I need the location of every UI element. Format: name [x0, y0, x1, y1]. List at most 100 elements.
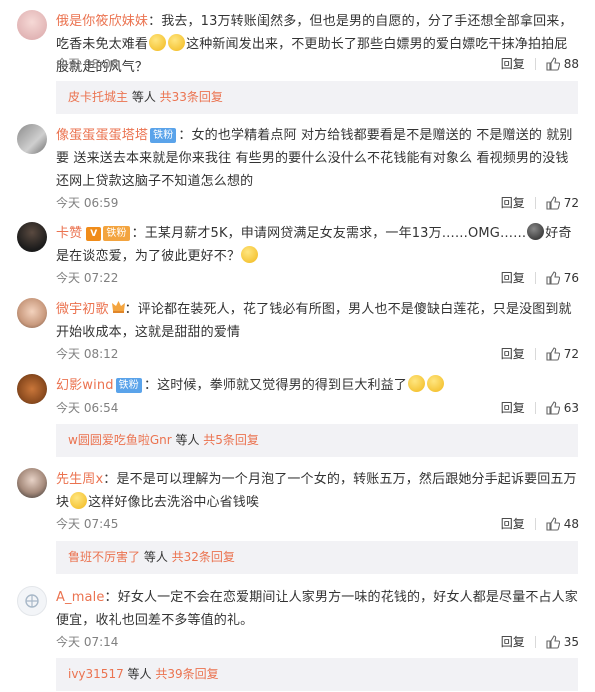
- like-count: 88: [563, 57, 579, 71]
- avatar[interactable]: [17, 586, 47, 616]
- reply-button[interactable]: 回复: [501, 633, 525, 651]
- like-count: 35: [563, 635, 579, 649]
- like-button[interactable]: 35: [546, 633, 579, 651]
- comment-meta: 今天 06:54 回复 63: [56, 399, 579, 417]
- like-button[interactable]: 88: [546, 55, 579, 73]
- like-count: 72: [563, 347, 579, 361]
- avatar[interactable]: [17, 124, 47, 154]
- timestamp: 今天 06:59: [56, 196, 119, 210]
- comment-text: ：好女人一定不会在恋爱期间让人家男方一味的花钱的，好女人都是尽量不占人家便宜，收…: [56, 590, 578, 628]
- timestamp: 今天 06:54: [56, 401, 119, 415]
- replies-summary[interactable]: ivy31517 等人 共39条回复: [56, 658, 578, 691]
- comment-meta: 今天 08:06 回复 88: [56, 55, 579, 73]
- username-link[interactable]: 先生周x: [56, 472, 103, 487]
- crying-laughing-emoji-icon: [241, 246, 259, 263]
- reply-button[interactable]: 回复: [501, 194, 525, 212]
- like-count: 72: [563, 196, 579, 210]
- timestamp: 今天 07:45: [56, 517, 119, 531]
- timestamp: 今天 07:22: [56, 271, 119, 285]
- username-link[interactable]: 俄是你筱欣妹妹: [56, 14, 148, 29]
- reply-count-link[interactable]: 共32条回复: [172, 550, 235, 564]
- divider: [534, 272, 536, 284]
- laughing-emoji-icon: [168, 34, 186, 51]
- thumbs-up-icon: [546, 517, 560, 531]
- reply-count-link[interactable]: 共33条回复: [160, 90, 223, 104]
- comment-body: 先生周x：是不是可以理解为一个月泡了一个女的，转账五万，然后跟她分手起诉要回五万…: [56, 468, 579, 514]
- reply-button[interactable]: 回复: [501, 269, 525, 287]
- comment-text: ：评论都在装死人，花了钱必有所图，男人也不是傻缺白莲花，只是没图到就开始收成本，…: [56, 302, 572, 340]
- comment-body: 卡赞 V 铁粉 ：王某月薪才5K，申请网贷满足女友需求，一年13万……OMG…… 好奇是…: [56, 222, 579, 268]
- reply-button[interactable]: 回复: [501, 515, 525, 533]
- divider: [534, 636, 536, 648]
- reply-connector: 等人: [140, 550, 172, 564]
- like-button[interactable]: 63: [546, 399, 579, 417]
- comment-meta: 今天 08:12 回复 72: [56, 345, 579, 363]
- reply-author[interactable]: w圆圆爱吃鱼啦Gnr: [68, 433, 172, 447]
- laughing-emoji-icon: [149, 34, 167, 51]
- divider: [534, 348, 536, 360]
- divider: [534, 518, 536, 530]
- username-link[interactable]: 卡赞: [56, 226, 82, 241]
- default-avatar-icon: [25, 594, 39, 608]
- avatar[interactable]: [17, 10, 47, 40]
- thumbs-up-icon: [546, 635, 560, 649]
- timestamp: 今天 08:12: [56, 347, 119, 361]
- thumbs-up-icon: [546, 196, 560, 210]
- avatar[interactable]: [17, 468, 47, 498]
- reply-button[interactable]: 回复: [501, 399, 525, 417]
- like-button[interactable]: 72: [546, 345, 579, 363]
- like-button[interactable]: 72: [546, 194, 579, 212]
- crying-laughing-emoji-icon: [426, 375, 444, 392]
- like-button[interactable]: 48: [546, 515, 579, 533]
- username-link[interactable]: 微宇初歌: [56, 302, 109, 317]
- reply-author[interactable]: 皮卡托城主: [68, 90, 128, 104]
- comment-meta: 今天 07:14 回复 35: [56, 633, 579, 651]
- avatar[interactable]: [17, 222, 47, 252]
- timestamp: 今天 08:06: [56, 57, 119, 71]
- username-link[interactable]: 像蛋蛋蛋蛋塔塔: [56, 128, 148, 143]
- like-button[interactable]: 76: [546, 269, 579, 287]
- vip-icon: V: [86, 227, 102, 241]
- reply-count-link[interactable]: 共5条回复: [203, 433, 259, 447]
- reply-author[interactable]: ivy31517: [68, 667, 124, 681]
- fan-badge: 铁粉: [150, 128, 177, 143]
- thumbs-up-icon: [546, 271, 560, 285]
- thumbs-up-icon: [546, 57, 560, 71]
- divider: [534, 58, 536, 70]
- replies-summary[interactable]: 皮卡托城主 等人 共33条回复: [56, 81, 578, 114]
- like-count: 76: [563, 271, 579, 285]
- cool-emoji-icon: [527, 223, 545, 240]
- avatar[interactable]: [17, 374, 47, 404]
- comment-text-part: ：王某月薪才5K，申请网贷满足女友需求，一年13万……OMG……: [131, 226, 527, 241]
- comment-meta: 今天 07:22 回复 76: [56, 269, 579, 287]
- thumbs-up-icon: [546, 347, 560, 361]
- reply-author[interactable]: 鲁班不厉害了: [68, 550, 140, 564]
- comment-meta: 今天 07:45 回复 48: [56, 515, 579, 533]
- reply-count-link[interactable]: 共39条回复: [155, 667, 218, 681]
- replies-summary[interactable]: w圆圆爱吃鱼啦Gnr 等人 共5条回复: [56, 424, 578, 457]
- reply-connector: 等人: [128, 90, 160, 104]
- like-count: 63: [563, 401, 579, 415]
- replies-summary[interactable]: 鲁班不厉害了 等人 共32条回复: [56, 541, 578, 574]
- username-link[interactable]: A_male: [56, 590, 105, 605]
- thumbs-up-icon: [546, 401, 560, 415]
- comment-body: 幻影wind 铁粉 ：这时候，拳师就又觉得男的得到巨大利益了: [56, 374, 579, 397]
- divider: [534, 402, 536, 414]
- reply-connector: 等人: [123, 667, 156, 681]
- username-link[interactable]: 幻影wind: [56, 378, 114, 393]
- comment-body: A_male：好女人一定不会在恋爱期间让人家男方一味的花钱的，好女人都是尽量不占…: [56, 586, 579, 632]
- fan-badge: 铁粉: [103, 226, 130, 241]
- divider: [534, 197, 536, 209]
- comment-text-part: 这样好像比去洗浴中心省钱唉: [88, 495, 260, 510]
- crying-laughing-emoji-icon: [407, 375, 425, 392]
- comment-body: 像蛋蛋蛋蛋塔塔 铁粉 ：女的也学精着点阿 对方给钱都要看是不是赠送的 不是赠送的 就…: [56, 124, 579, 193]
- comment-text: ：这时候，拳师就又觉得男的得到巨大利益了: [143, 378, 407, 393]
- crown-icon: [111, 301, 125, 313]
- avatar[interactable]: [17, 298, 47, 328]
- like-count: 48: [563, 517, 579, 531]
- comment-meta: 今天 06:59 回复 72: [56, 194, 579, 212]
- comment-feed: 俄是你筱欣妹妹：我去，13万转账闺然多，但也是男的自愿的，分了手还想全部拿回来，…: [0, 0, 595, 692]
- reply-button[interactable]: 回复: [501, 345, 525, 363]
- fan-badge: 铁粉: [115, 378, 142, 393]
- reply-button[interactable]: 回复: [501, 55, 525, 73]
